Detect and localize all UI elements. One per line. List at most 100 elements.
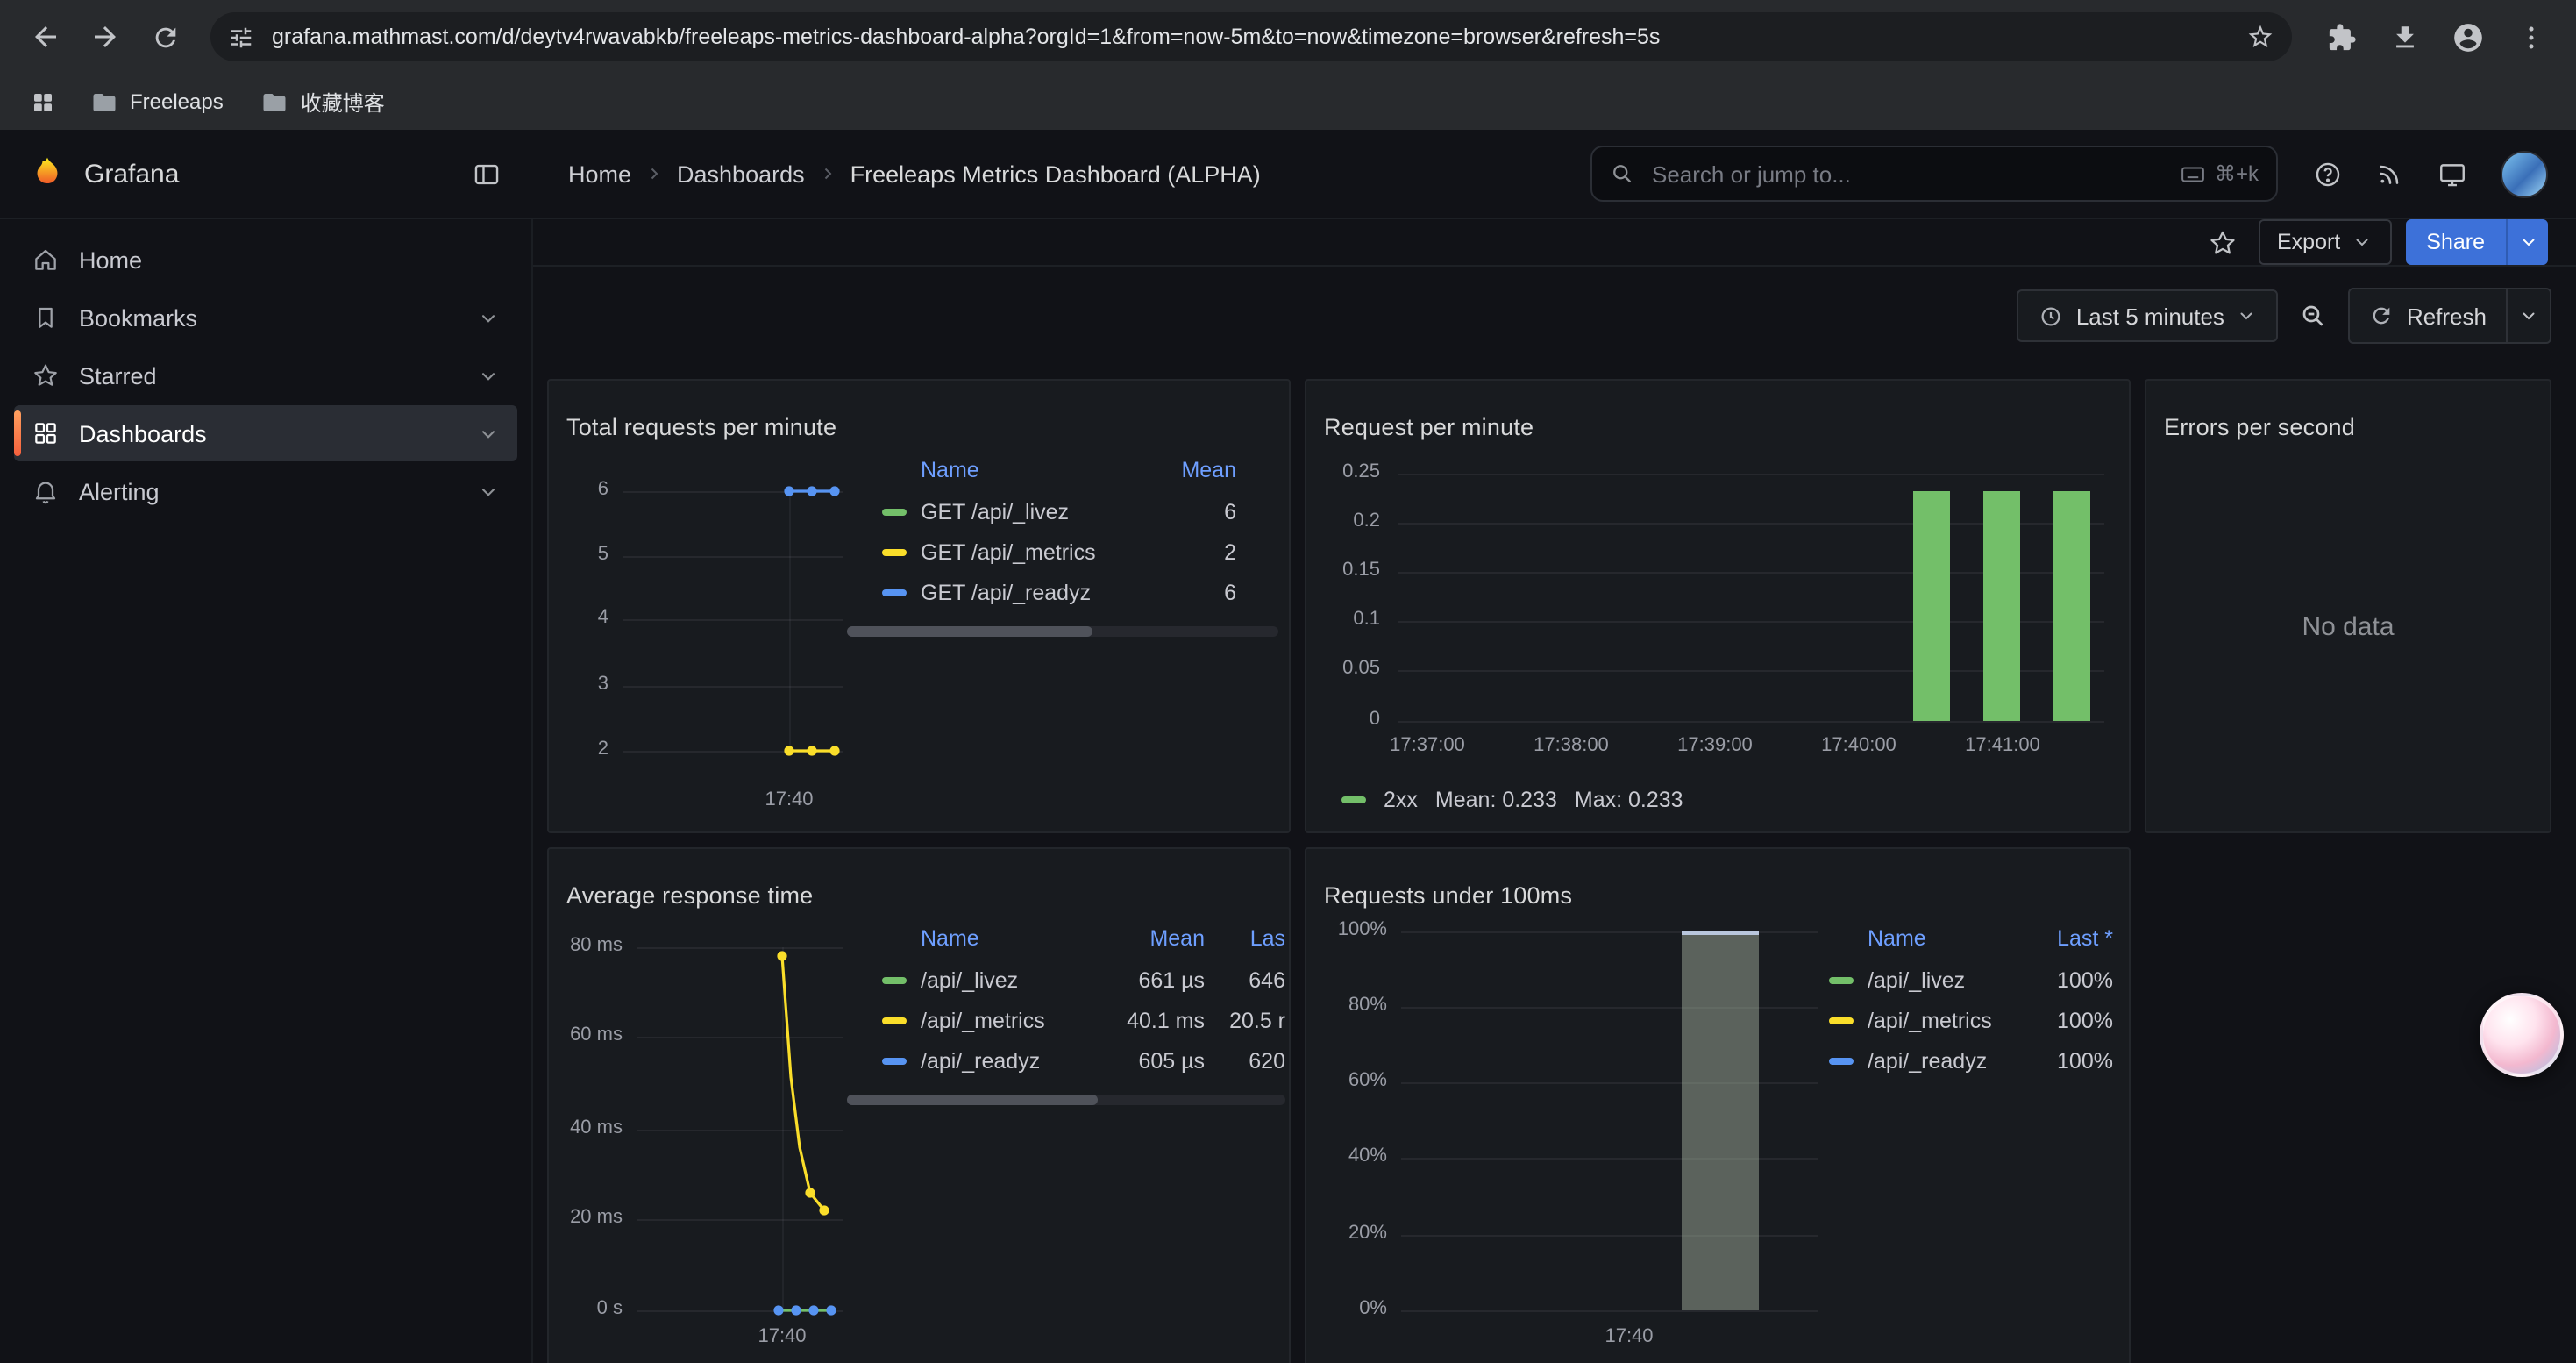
panel-title[interactable]: Errors per second <box>2164 414 2355 440</box>
sidebar-item-bookmarks[interactable]: Bookmarks <box>14 289 517 346</box>
legend-series-label[interactable]: 2xx <box>1384 788 1418 812</box>
y-tick: 40% <box>1306 1145 1387 1167</box>
search-input[interactable] <box>1648 159 2166 189</box>
series-color-chip <box>882 548 907 555</box>
legend-header: Name Mean Las <box>847 916 1285 960</box>
more-vertical-icon <box>2516 22 2545 52</box>
search-icon <box>1610 161 1634 186</box>
legend-header-name[interactable]: Name <box>1829 925 2022 950</box>
main-area: Export Share Last <box>533 219 2576 1363</box>
extensions-button[interactable] <box>2313 9 2369 65</box>
bookmark-folder-freeleaps[interactable]: Freeleaps <box>77 83 238 120</box>
legend-row[interactable]: GET /api/_metrics 2 <box>847 532 1278 572</box>
sidebar-item-home[interactable]: Home <box>14 232 517 288</box>
url-bar[interactable] <box>210 12 2292 61</box>
favorite-dashboard-button[interactable] <box>2200 220 2244 264</box>
sidebar-item-alerting[interactable]: Alerting <box>14 463 517 519</box>
grafana-top-nav: Grafana Home Dashboards Freeleaps Metric… <box>0 130 2576 219</box>
legend-row[interactable]: /api/_readyz 100% <box>1829 1040 2113 1081</box>
legend-row[interactable]: GET /api/_livez 6 <box>847 491 1278 532</box>
browser-forward-button[interactable] <box>77 9 133 65</box>
time-controls-row: Last 5 minutes Refresh <box>533 267 2576 365</box>
legend-max: Max: 0.233 <box>1575 788 1683 812</box>
zoom-out-button[interactable] <box>2293 295 2335 337</box>
url-input[interactable] <box>268 23 2232 51</box>
grafana-logo-icon[interactable] <box>28 154 67 193</box>
search-box[interactable]: ⌘+k <box>1590 146 2278 202</box>
legend-row[interactable]: /api/_metrics 100% <box>1829 1000 2113 1040</box>
panel-title[interactable]: Request per minute <box>1324 414 1534 440</box>
help-icon[interactable] <box>2313 159 2343 189</box>
user-avatar[interactable] <box>2501 150 2548 197</box>
time-range-picker[interactable]: Last 5 minutes <box>2017 289 2279 342</box>
chevron-down-icon[interactable] <box>477 364 500 387</box>
grafana-body: Home Bookmarks Starred Dashboards <box>0 219 2576 1363</box>
grafana-brand-name: Grafana <box>84 159 179 189</box>
legend-scrollbar[interactable] <box>847 626 1278 637</box>
share-button[interactable]: Share <box>2405 219 2506 265</box>
bookmark-star-icon[interactable] <box>2246 23 2274 51</box>
apps-grid-button[interactable] <box>18 79 67 125</box>
browser-toolbar-right <box>2313 9 2558 65</box>
legend-header: Name Last * <box>1829 916 2113 960</box>
monitor-icon[interactable] <box>2437 159 2467 189</box>
folder-icon <box>262 89 288 115</box>
share-menu-button[interactable] <box>2506 219 2548 265</box>
breadcrumb-home[interactable]: Home <box>568 161 631 187</box>
browser-back-button[interactable] <box>18 9 74 65</box>
legend-header-last[interactable]: Las <box>1205 925 1285 950</box>
legend-header-mean[interactable]: Mean <box>1131 457 1278 482</box>
legend-scrollbar[interactable] <box>847 1095 1285 1105</box>
sidebar-item-starred[interactable]: Starred <box>14 347 517 403</box>
legend-row[interactable]: /api/_readyz 605 µs 620 <box>847 1040 1285 1081</box>
bookmark-folder-blogs[interactable]: 收藏博客 <box>248 82 399 122</box>
series-color-chip <box>882 976 907 983</box>
x-tick: 17:40 <box>745 789 833 810</box>
series-color-chip <box>1829 976 1854 983</box>
series-color-chip <box>882 1017 907 1024</box>
browser-menu-button[interactable] <box>2502 9 2558 65</box>
site-settings-icon[interactable] <box>228 24 254 50</box>
chevron-down-icon <box>2237 305 2258 326</box>
legend-header-name[interactable]: Name <box>847 457 1131 482</box>
bookmark-icon <box>32 303 60 332</box>
rss-icon[interactable] <box>2376 160 2404 188</box>
puzzle-icon <box>2326 22 2356 52</box>
legend-row[interactable]: /api/_metrics 40.1 ms 20.5 r <box>847 1000 1285 1040</box>
legend-header-mean[interactable]: Mean <box>1092 925 1205 950</box>
y-tick: 0.25 <box>1306 461 1380 482</box>
legend-table: Name Mean GET /api/_livez 6 GET /api/_me… <box>847 447 1278 637</box>
legend-header-name[interactable]: Name <box>847 925 1092 950</box>
sidebar-item-dashboards[interactable]: Dashboards <box>14 405 517 461</box>
refresh-interval-button[interactable] <box>2506 289 2550 342</box>
series-color-chip <box>1341 796 1366 803</box>
panel-title[interactable]: Requests under 100ms <box>1324 882 1572 909</box>
legend-row[interactable]: /api/_livez 100% <box>1829 960 2113 1000</box>
panel-left-icon <box>472 159 502 189</box>
downloads-button[interactable] <box>2376 9 2432 65</box>
keyboard-icon <box>2180 161 2206 187</box>
chevron-down-icon[interactable] <box>477 480 500 503</box>
legend-row[interactable]: /api/_livez 661 µs 646 <box>847 960 1285 1000</box>
floating-assistant-avatar[interactable] <box>2480 993 2564 1077</box>
export-button[interactable]: Export <box>2258 219 2391 265</box>
bar-under-100ms <box>1682 931 1759 1310</box>
legend-header-last[interactable]: Last * <box>2022 925 2113 950</box>
chevron-down-icon[interactable] <box>477 422 500 445</box>
star-icon <box>2207 227 2237 257</box>
sidebar-toggle-button[interactable] <box>461 157 512 190</box>
bookmark-label: 收藏博客 <box>301 87 385 117</box>
chevron-down-icon <box>2351 232 2372 253</box>
series-color-chip <box>882 508 907 515</box>
breadcrumb-dashboards[interactable]: Dashboards <box>677 161 805 187</box>
scrollbar-thumb[interactable] <box>847 1095 1097 1105</box>
chevron-right-icon <box>644 163 665 184</box>
chevron-down-icon[interactable] <box>477 306 500 329</box>
grafana-app: Grafana Home Dashboards Freeleaps Metric… <box>0 130 2576 1363</box>
browser-toolbar <box>0 0 2576 74</box>
browser-reload-button[interactable] <box>137 9 193 65</box>
scrollbar-thumb[interactable] <box>847 626 1092 637</box>
legend-row[interactable]: GET /api/_readyz 6 <box>847 572 1278 612</box>
browser-profile-button[interactable] <box>2439 9 2495 65</box>
refresh-button[interactable]: Refresh <box>2351 289 2506 342</box>
